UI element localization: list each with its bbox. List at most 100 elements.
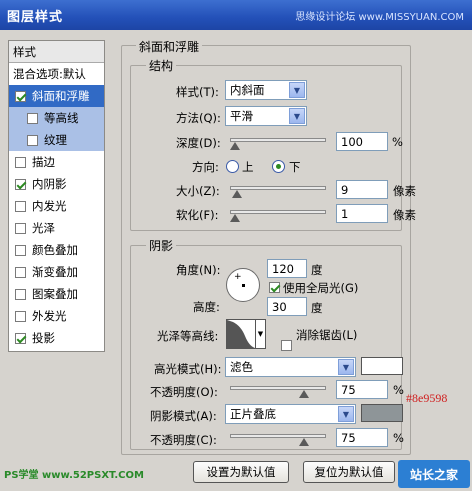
crosshair-icon: +: [234, 272, 242, 282]
depth-input[interactable]: 100: [336, 132, 388, 151]
sidebar-item-label: 混合选项:默认: [13, 67, 86, 81]
checkbox[interactable]: [15, 178, 26, 190]
antialias-checkbox[interactable]: [281, 340, 292, 351]
gloss-contour-dropdown[interactable]: ▼: [256, 319, 266, 349]
soften-slider-thumb[interactable]: [230, 214, 240, 222]
contour-curve-icon: [227, 320, 255, 348]
checkbox[interactable]: [15, 288, 26, 300]
sidebar-item-label: 投影: [32, 331, 55, 345]
sidebar-item-color-overlay[interactable]: 颜色叠加: [9, 239, 104, 261]
sidebar-item-inner-shadow[interactable]: 内阴影: [9, 173, 104, 195]
highlight-color-swatch[interactable]: [361, 357, 403, 375]
shadow-mode-select[interactable]: 正片叠底 ▼: [225, 404, 356, 424]
shadow-opacity-label: 不透明度(C):: [150, 433, 217, 447]
checkbox[interactable]: [15, 332, 26, 344]
shadow-mode-value: 正片叠底: [230, 407, 276, 421]
soften-label: 软化(F):: [176, 208, 219, 222]
checkbox[interactable]: [15, 156, 26, 168]
set-default-button[interactable]: 设置为默认值: [193, 461, 289, 483]
sidebar-item-label: 光泽: [32, 221, 55, 235]
altitude-input[interactable]: 30: [267, 297, 307, 316]
checkbox[interactable]: [15, 90, 26, 102]
size-label: 大小(Z):: [176, 184, 220, 198]
sidebar-item-texture[interactable]: 纹理: [9, 129, 104, 151]
antialias-label: 消除锯齿(L): [296, 328, 358, 342]
highlight-mode-select[interactable]: 滤色 ▼: [225, 357, 356, 377]
reset-default-button[interactable]: 复位为默认值: [303, 461, 395, 483]
angle-input[interactable]: 120: [267, 259, 307, 278]
depth-unit: %: [392, 135, 403, 149]
angle-unit: 度: [311, 263, 323, 277]
sidebar-item-label: 颜色叠加: [32, 243, 78, 257]
soften-input[interactable]: 1: [336, 204, 388, 223]
sidebar-item-inner-glow[interactable]: 内发光: [9, 195, 104, 217]
styles-header-label: 样式: [13, 44, 36, 59]
technique-select[interactable]: 平滑 ▼: [225, 106, 307, 126]
styles-list-header[interactable]: 样式: [9, 41, 104, 63]
gloss-contour-label: 光泽等高线:: [157, 329, 219, 343]
highlight-opacity-input[interactable]: 75: [336, 380, 388, 399]
shadow-color-hex: #8e9598: [406, 391, 448, 405]
size-slider-thumb[interactable]: [232, 190, 242, 198]
style-select-value: 内斜面: [230, 83, 265, 97]
shadow-color-swatch[interactable]: [361, 404, 403, 422]
structure-title: 结构: [146, 57, 177, 74]
highlight-mode-label: 高光模式(H):: [154, 362, 222, 376]
sidebar-item-outer-glow[interactable]: 外发光: [9, 305, 104, 327]
checkbox[interactable]: [15, 310, 26, 322]
style-label: 样式(T):: [176, 85, 219, 99]
shadow-opacity-unit: %: [393, 431, 404, 445]
sidebar-item-stroke[interactable]: 描边: [9, 151, 104, 173]
checkbox[interactable]: [27, 134, 38, 146]
sidebar-item-label: 等高线: [44, 111, 79, 125]
size-slider-track[interactable]: [230, 186, 326, 190]
chevron-down-icon: ▼: [289, 82, 305, 98]
highlight-opacity-label: 不透明度(O):: [150, 385, 218, 399]
global-light-label: 使用全局光(G): [283, 281, 359, 295]
title-bar: 图层样式 思缘设计论坛 www.MISSYUAN.COM: [0, 0, 472, 30]
sidebar-item-label: 渐变叠加: [32, 265, 78, 279]
sidebar-item-label: 内阴影: [32, 177, 67, 191]
technique-select-value: 平滑: [230, 109, 253, 123]
chevron-down-icon: ▼: [257, 330, 264, 338]
size-input[interactable]: 9: [336, 180, 388, 199]
sidebar-item-blending-options[interactable]: 混合选项:默认: [9, 63, 104, 85]
sidebar-item-label: 内发光: [32, 199, 67, 213]
highlight-opacity-slider-track[interactable]: [230, 386, 326, 390]
angle-dial[interactable]: +: [226, 268, 260, 302]
shading-title: 阴影: [146, 237, 177, 254]
sidebar-item-contour[interactable]: 等高线: [9, 107, 104, 129]
checkbox[interactable]: [15, 222, 26, 234]
soften-slider-track[interactable]: [230, 210, 326, 214]
sidebar-item-gradient-overlay[interactable]: 渐变叠加: [9, 261, 104, 283]
sidebar-item-label: 图案叠加: [32, 287, 78, 301]
direction-up-radio[interactable]: [226, 160, 239, 173]
checkbox[interactable]: [15, 266, 26, 278]
checkbox[interactable]: [15, 244, 26, 256]
window-title: 图层样式: [7, 10, 64, 25]
highlight-mode-value: 滤色: [230, 360, 253, 374]
styles-list: 样式 混合选项:默认 斜面和浮雕 等高线 纹理 描边 内阴影 内发光 光泽 颜色…: [8, 40, 105, 352]
shadow-opacity-input[interactable]: 75: [336, 428, 388, 447]
depth-slider-thumb[interactable]: [230, 142, 240, 150]
checkbox[interactable]: [27, 112, 38, 124]
sidebar-item-bevel-emboss[interactable]: 斜面和浮雕: [9, 85, 104, 107]
sidebar-item-satin[interactable]: 光泽: [9, 217, 104, 239]
sidebar-item-label: 外发光: [32, 309, 67, 323]
global-light-checkbox[interactable]: [269, 282, 280, 293]
shadow-mode-label: 阴影模式(A):: [150, 409, 217, 423]
gloss-contour-preview[interactable]: [226, 319, 256, 349]
sidebar-item-pattern-overlay[interactable]: 图案叠加: [9, 283, 104, 305]
direction-down-radio[interactable]: [272, 160, 285, 173]
shadow-opacity-slider-thumb[interactable]: [299, 438, 309, 446]
style-select[interactable]: 内斜面 ▼: [225, 80, 307, 100]
chevron-down-icon: ▼: [338, 359, 354, 375]
shadow-opacity-slider-track[interactable]: [230, 434, 326, 438]
depth-slider-track[interactable]: [230, 138, 326, 142]
sidebar-item-label: 纹理: [44, 133, 67, 147]
sidebar-item-label: 斜面和浮雕: [32, 89, 90, 103]
watermark-text: 思缘设计论坛 www.MISSYUAN.COM: [295, 12, 464, 23]
sidebar-item-drop-shadow[interactable]: 投影: [9, 327, 104, 349]
checkbox[interactable]: [15, 200, 26, 212]
highlight-opacity-slider-thumb[interactable]: [299, 390, 309, 398]
